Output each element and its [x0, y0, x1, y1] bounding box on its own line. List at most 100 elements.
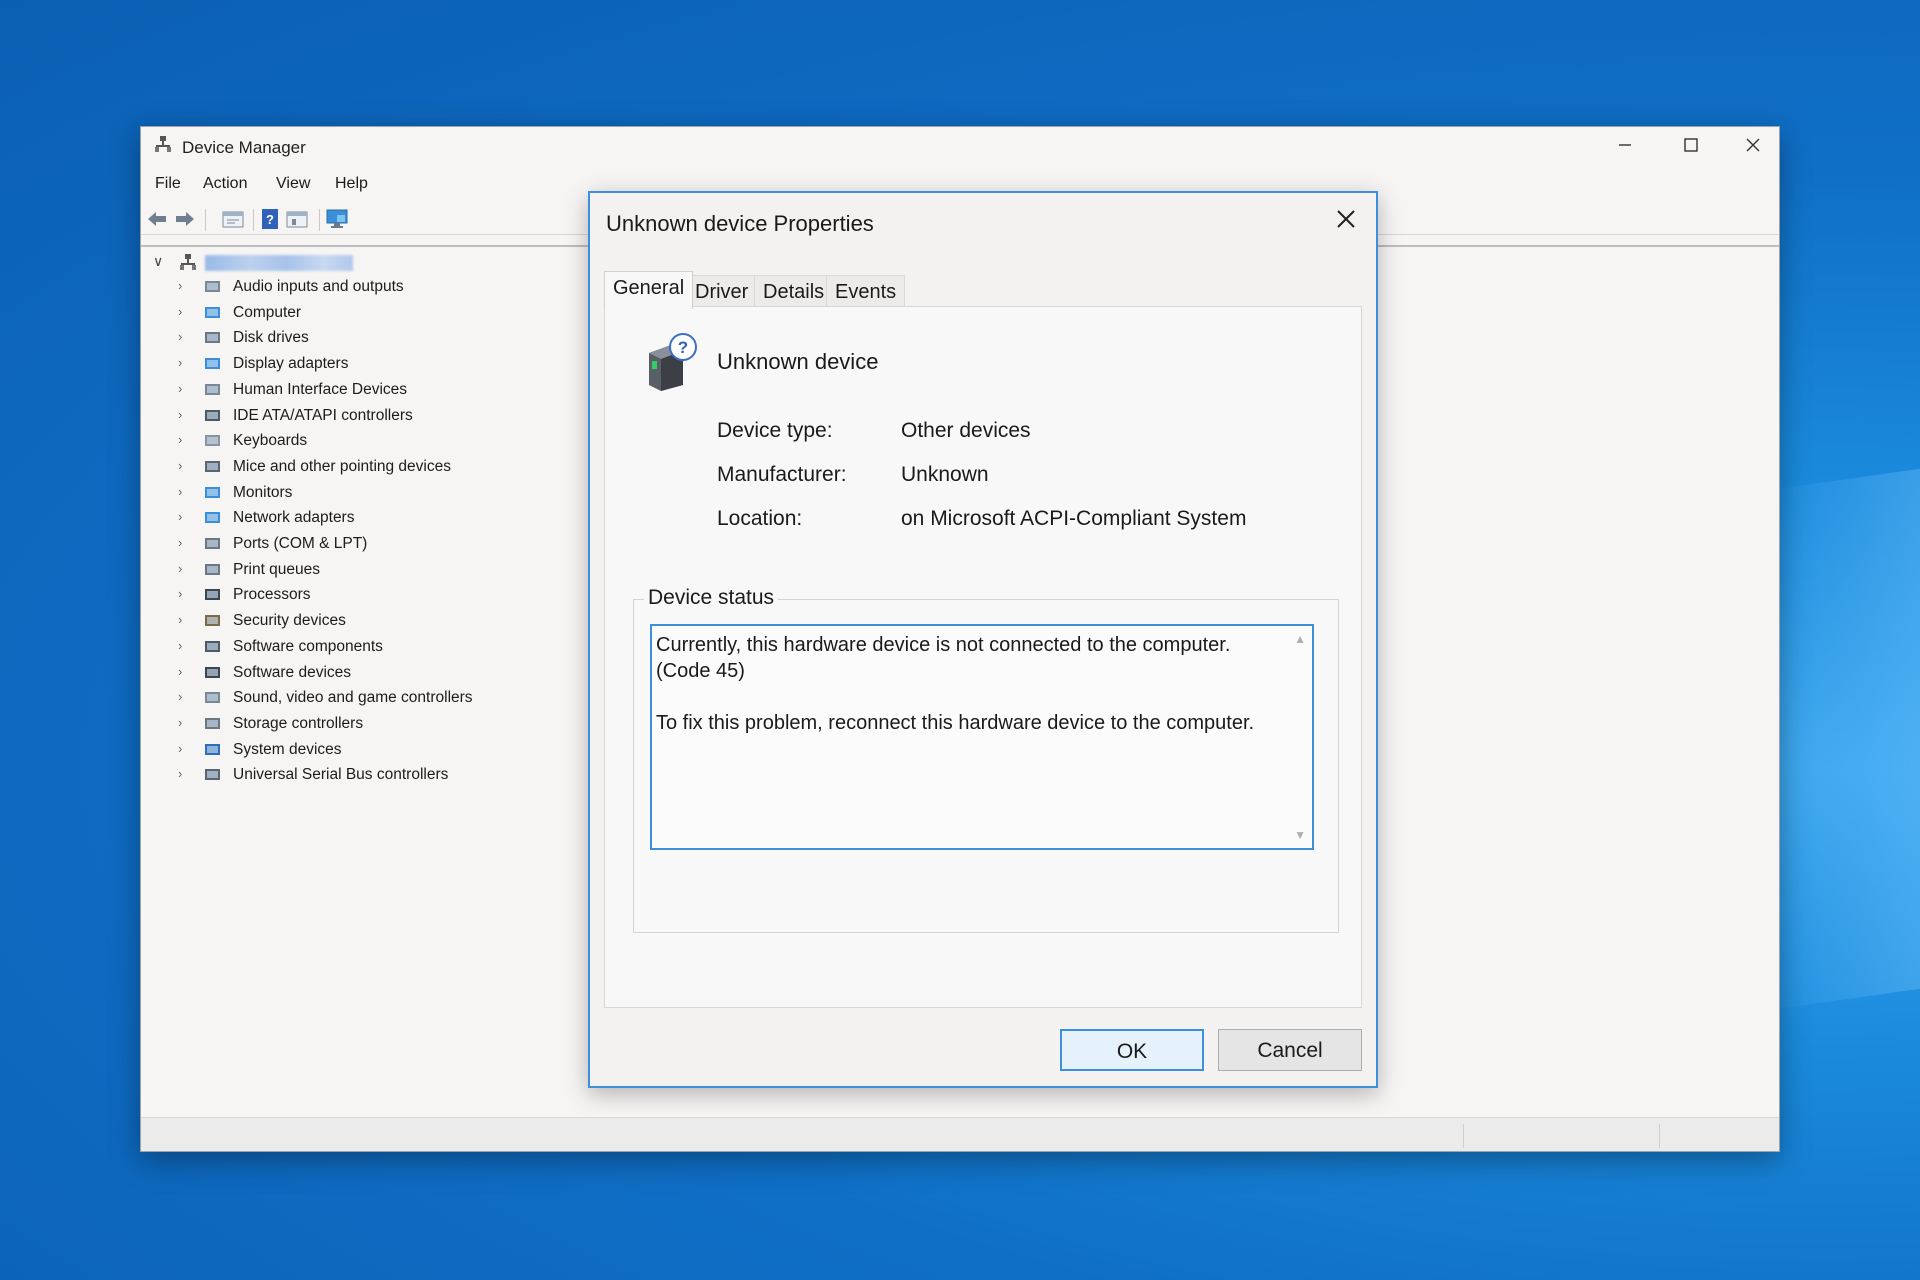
close-icon[interactable]	[1326, 203, 1366, 237]
status-scrollbar[interactable]: ▲ ▼	[1288, 626, 1312, 848]
usb-icon	[205, 769, 220, 781]
tree-item[interactable]: › IDE ATA/ATAPI controllers	[149, 404, 589, 428]
forward-arrow-icon[interactable]	[173, 207, 197, 231]
chevron-right-icon[interactable]: ›	[178, 278, 182, 293]
tree-item[interactable]: › Sound, video and game controllers	[149, 686, 589, 710]
chevron-right-icon[interactable]: ›	[178, 715, 182, 730]
chevron-right-icon[interactable]: ›	[178, 535, 182, 550]
tab-general[interactable]: General	[604, 271, 694, 309]
printer-icon	[205, 563, 220, 575]
chevron-right-icon[interactable]: ›	[178, 689, 182, 704]
storage-controller-icon	[205, 717, 220, 729]
status-bar-separator	[1659, 1124, 1660, 1148]
tree-item[interactable]: › Software devices	[149, 661, 589, 685]
menu-help[interactable]: Help	[335, 175, 368, 193]
device-status-textbox[interactable]: Currently, this hardware device is not c…	[650, 624, 1314, 850]
scroll-down-icon[interactable]: ▼	[1294, 828, 1306, 842]
security-device-icon	[205, 615, 220, 627]
properties-icon[interactable]	[221, 207, 245, 231]
maximize-icon[interactable]	[1667, 131, 1715, 159]
menu-view[interactable]: View	[276, 175, 310, 193]
tree-item-label: Sound, video and game controllers	[233, 689, 473, 707]
chevron-right-icon[interactable]: ›	[178, 509, 182, 524]
ok-button[interactable]: OK	[1060, 1029, 1204, 1071]
tree-root-computer[interactable]: ∨	[149, 249, 469, 275]
device-type-value: Other devices	[901, 419, 1031, 442]
tree-item[interactable]: › Universal Serial Bus controllers	[149, 763, 589, 787]
toolbar-separator	[319, 209, 320, 231]
chevron-right-icon[interactable]: ›	[178, 484, 182, 499]
tree-item-label: Human Interface Devices	[233, 380, 408, 398]
computer-name-blurred	[205, 255, 353, 271]
chevron-right-icon[interactable]: ›	[178, 355, 182, 370]
close-icon[interactable]	[1729, 131, 1777, 159]
chevron-right-icon[interactable]: ›	[178, 612, 182, 627]
tree-item-label: Disk drives	[233, 329, 309, 347]
chevron-right-icon[interactable]: ›	[178, 458, 182, 473]
device-name: Unknown device	[717, 349, 879, 374]
tree-item[interactable]: › Processors	[149, 583, 589, 607]
computer-icon	[205, 306, 220, 318]
tree-item-label: Processors	[233, 586, 311, 604]
help-icon[interactable]: ?	[259, 207, 283, 231]
tree-item[interactable]: › Disk drives	[149, 326, 589, 350]
tree-item-label: Mice and other pointing devices	[233, 457, 451, 475]
system-device-icon	[205, 743, 220, 755]
chevron-right-icon[interactable]: ›	[178, 766, 182, 781]
status-bar	[141, 1117, 1779, 1151]
chevron-right-icon[interactable]: ›	[178, 638, 182, 653]
tree-item[interactable]: › Software components	[149, 635, 589, 659]
tree-item[interactable]: › Keyboards	[149, 429, 589, 453]
menu-action[interactable]: Action	[203, 175, 247, 193]
tree-item[interactable]: › Ports (COM & LPT)	[149, 532, 589, 556]
chevron-right-icon[interactable]: ›	[178, 432, 182, 447]
tab-driver[interactable]: Driver	[686, 275, 758, 307]
chevron-right-icon[interactable]: ›	[178, 664, 182, 679]
chevron-right-icon[interactable]: ›	[178, 586, 182, 601]
properties-dialog: Unknown device Properties General Driver…	[588, 191, 1378, 1088]
scroll-up-icon[interactable]: ▲	[1294, 632, 1306, 646]
computer-root-icon	[180, 254, 196, 270]
title-bar[interactable]: Device Manager	[141, 127, 1779, 161]
ide-controller-icon	[205, 409, 220, 421]
chevron-right-icon[interactable]: ›	[178, 381, 182, 396]
keyboard-icon	[205, 435, 220, 447]
tree-item[interactable]: › Computer	[149, 301, 589, 325]
tree-item[interactable]: › Network adapters	[149, 506, 589, 530]
monitor-scan-icon[interactable]	[325, 207, 349, 231]
update-driver-icon[interactable]	[285, 207, 309, 231]
chevron-right-icon[interactable]: ›	[178, 741, 182, 756]
tab-details[interactable]: Details	[754, 275, 834, 307]
chevron-right-icon[interactable]: ›	[178, 561, 182, 576]
tree-item-label: Computer	[233, 303, 302, 321]
tree-item-label: Security devices	[233, 612, 346, 630]
chevron-right-icon[interactable]: ›	[178, 407, 182, 422]
tree-item[interactable]: › Mice and other pointing devices	[149, 455, 589, 479]
tree-item[interactable]: › System devices	[149, 738, 589, 762]
disk-drive-icon	[205, 332, 220, 344]
chevron-down-icon[interactable]: ∨	[153, 253, 163, 270]
tree-item[interactable]: › Monitors	[149, 481, 589, 505]
minimize-icon[interactable]	[1601, 131, 1649, 159]
monitor-icon	[205, 486, 220, 498]
tree-item-label: IDE ATA/ATAPI controllers	[233, 406, 413, 424]
port-icon	[205, 538, 220, 549]
tree-item[interactable]: › Audio inputs and outputs	[149, 275, 589, 299]
general-tab-panel: ? Unknown device Device type: Other devi…	[604, 306, 1362, 1008]
tree-item-label: Universal Serial Bus controllers	[233, 766, 449, 784]
network-adapter-icon	[205, 512, 220, 524]
tree-item[interactable]: › Human Interface Devices	[149, 378, 589, 402]
tree-item[interactable]: › Storage controllers	[149, 712, 589, 736]
chevron-right-icon[interactable]: ›	[178, 304, 182, 319]
cancel-button[interactable]: Cancel	[1218, 1029, 1362, 1071]
tree-item[interactable]: › Print queues	[149, 558, 589, 582]
tree-item-label: Keyboards	[233, 432, 308, 450]
tree-item[interactable]: › Display adapters	[149, 352, 589, 376]
chevron-right-icon[interactable]: ›	[178, 329, 182, 344]
back-arrow-icon[interactable]	[145, 207, 169, 231]
tree-item[interactable]: › Security devices	[149, 609, 589, 633]
software-component-icon	[205, 640, 220, 652]
software-device-icon	[205, 666, 220, 678]
menu-file[interactable]: File	[155, 175, 181, 193]
tab-events[interactable]: Events	[826, 275, 906, 307]
